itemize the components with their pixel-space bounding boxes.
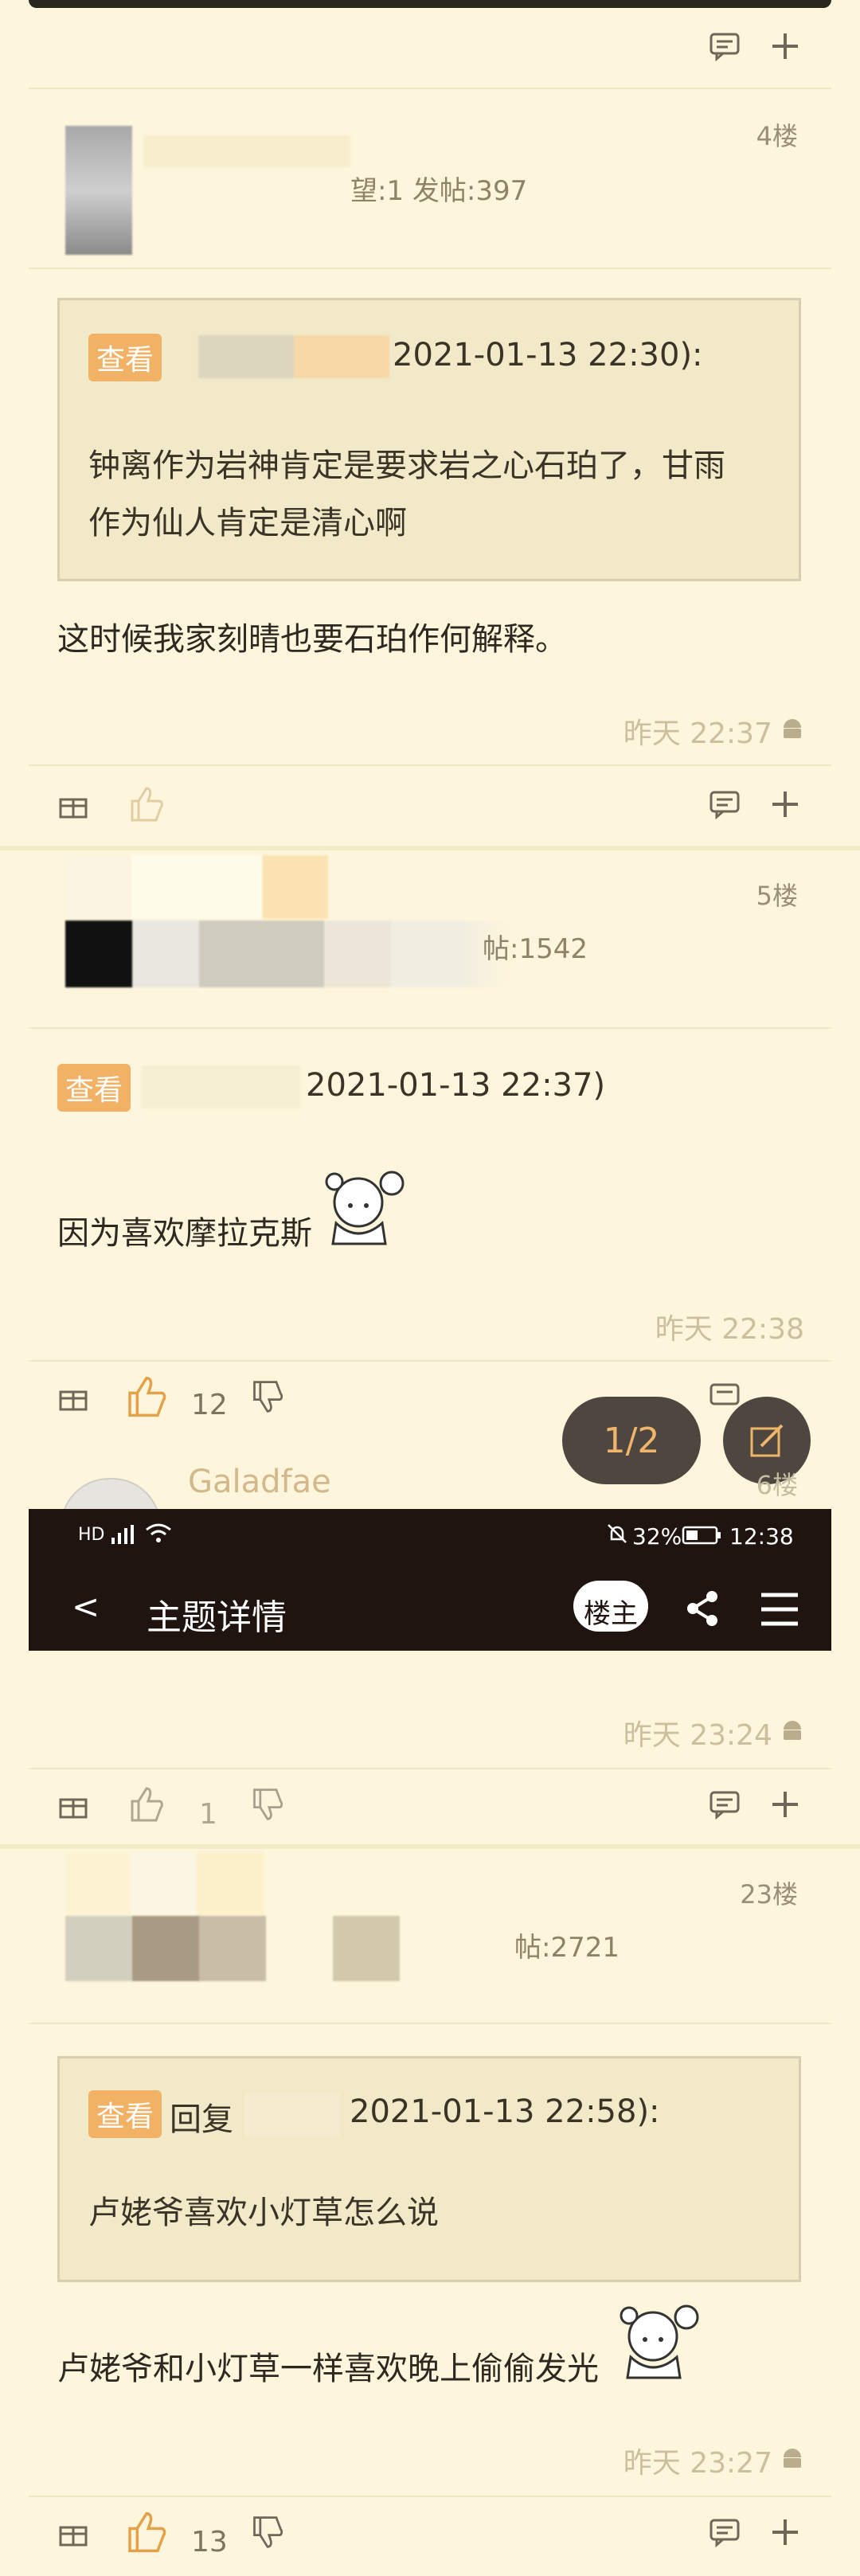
like-count: 12 (191, 1389, 228, 1421)
post-text: 这时候我家刻晴也要石珀作何解释。 (57, 621, 567, 658)
post-text: 卢姥爷和小灯草一样喜欢晚上偷偷发光 (57, 2351, 599, 2387)
owner-only-label: 楼主 (584, 1598, 638, 1630)
top-dark-strip (29, 0, 831, 8)
quote-header: 2021-01-13 22:30): (393, 337, 703, 373)
floor-label: 5楼 (756, 881, 798, 911)
divider (29, 1027, 831, 1029)
divider (29, 764, 831, 766)
battery-icon (682, 1526, 721, 1545)
action-bar: 13 (0, 2507, 860, 2562)
divider (29, 2023, 831, 2024)
plus-icon[interactable] (769, 2516, 801, 2548)
divider (29, 1360, 831, 1362)
username-blurred (143, 135, 350, 167)
android-icon (784, 2449, 801, 2468)
signal-icon (111, 1525, 134, 1544)
like-icon[interactable] (124, 1374, 169, 1419)
mute-bell-icon (608, 1524, 627, 1543)
gift-icon[interactable] (57, 2516, 89, 2548)
divider (29, 268, 831, 269)
section-gap (0, 846, 860, 850)
comment-icon[interactable] (709, 1788, 741, 1820)
gift-icon[interactable] (57, 1788, 89, 1820)
back-button[interactable]: < (72, 1587, 100, 1626)
username-blurred[interactable] (65, 1916, 543, 1981)
battery-percent: 32% (632, 1523, 682, 1550)
page-indicator-button[interactable]: 1/2 (562, 1397, 701, 1484)
divider (29, 88, 831, 89)
floor-label: 4楼 (756, 121, 798, 151)
like-icon[interactable] (124, 2510, 169, 2555)
chibi-sticker (325, 1171, 405, 1245)
dislike-icon[interactable] (250, 2515, 285, 2550)
timestamp: 昨天 23:27 (623, 2447, 772, 2480)
timestamp: 昨天 22:37 (623, 717, 772, 750)
user-meta: 帖:2721 (514, 1932, 620, 1964)
page-title: 主题详情 (147, 1597, 287, 1638)
avatar-blurred (65, 855, 328, 919)
plus-icon[interactable] (769, 1788, 801, 1820)
like-count: 13 (191, 2526, 228, 2558)
wifi-icon (146, 1523, 171, 1542)
view-button[interactable]: 查看 (88, 334, 162, 381)
clock: 12:38 (729, 1523, 794, 1550)
action-bar-top (0, 24, 860, 80)
avatar[interactable] (65, 126, 132, 255)
status-bar: HD 32% 12:38 (29, 1509, 831, 1565)
share-icon[interactable] (683, 1589, 723, 1628)
divider (29, 1768, 831, 1769)
like-count: 1 (199, 1798, 217, 1831)
quote-line-1: 钟离作为岩神肯定是要求岩之心石珀了，甘雨 (88, 448, 725, 484)
plus-icon[interactable] (769, 30, 801, 62)
reply-label: 回复 (170, 2101, 233, 2138)
dislike-icon[interactable] (250, 1379, 285, 1414)
android-icon (784, 719, 801, 738)
quoted-user-blurred (142, 1065, 301, 1108)
user-meta: 望:1 发帖:397 (350, 175, 528, 207)
post-text: 因为喜欢摩拉克斯 (57, 1215, 312, 1252)
floor-label: 6楼 (756, 1470, 798, 1500)
divider (29, 2496, 831, 2497)
user-meta: 帖:1542 (483, 933, 588, 965)
action-bar: 1 (0, 1779, 860, 1835)
comment-icon[interactable] (709, 1381, 741, 1413)
quote-line-2: 作为仙人肯定是清心啊 (88, 505, 407, 541)
edit-icon (750, 1424, 784, 1457)
quoted-user-blurred (198, 335, 389, 378)
like-icon[interactable] (127, 785, 166, 823)
comment-icon[interactable] (709, 30, 741, 62)
section-gap (0, 1844, 860, 1849)
like-icon[interactable] (127, 1785, 166, 1824)
chibi-sticker (620, 2304, 699, 2379)
plus-icon[interactable] (769, 788, 801, 820)
top-nav-bar: < 主题详情 楼主 (29, 1565, 831, 1651)
android-icon (784, 1721, 801, 1740)
quoted-user-blurred (244, 2093, 340, 2136)
dislike-icon[interactable] (250, 1787, 285, 1822)
action-bar (0, 779, 860, 835)
view-button[interactable]: 查看 (88, 2090, 162, 2138)
quote-box: 查看 回复 2021-01-13 22:58): 卢姥爷喜欢小灯草怎么说 (57, 2056, 801, 2282)
username-blurred[interactable] (65, 921, 511, 987)
gift-icon[interactable] (57, 1381, 89, 1413)
menu-icon[interactable] (760, 1592, 799, 1627)
quote-header: 2021-01-13 22:37) (306, 1067, 606, 1104)
floor-label: 23楼 (740, 1879, 798, 1910)
status-left: HD (78, 1525, 105, 1545)
timestamp: 昨天 22:38 (655, 1313, 804, 1346)
owner-only-toggle[interactable]: 楼主 (573, 1581, 648, 1632)
quote-header: 2021-01-13 22:58): (350, 2093, 660, 2130)
page-indicator-label: 1/2 (603, 1421, 660, 1461)
timestamp: 昨天 23:24 (623, 1719, 772, 1752)
quote-line-1: 卢姥爷喜欢小灯草怎么说 (88, 2195, 439, 2231)
view-button[interactable]: 查看 (57, 1064, 131, 1112)
comment-icon[interactable] (709, 2516, 741, 2548)
gift-icon[interactable] (57, 788, 89, 820)
quote-box: 查看 2021-01-13 22:30): 钟离作为岩神肯定是要求岩之心石珀了，… (57, 298, 801, 581)
avatar-blurred (65, 1852, 264, 1916)
comment-icon[interactable] (709, 788, 741, 820)
username[interactable]: Galadfae (188, 1464, 331, 1500)
